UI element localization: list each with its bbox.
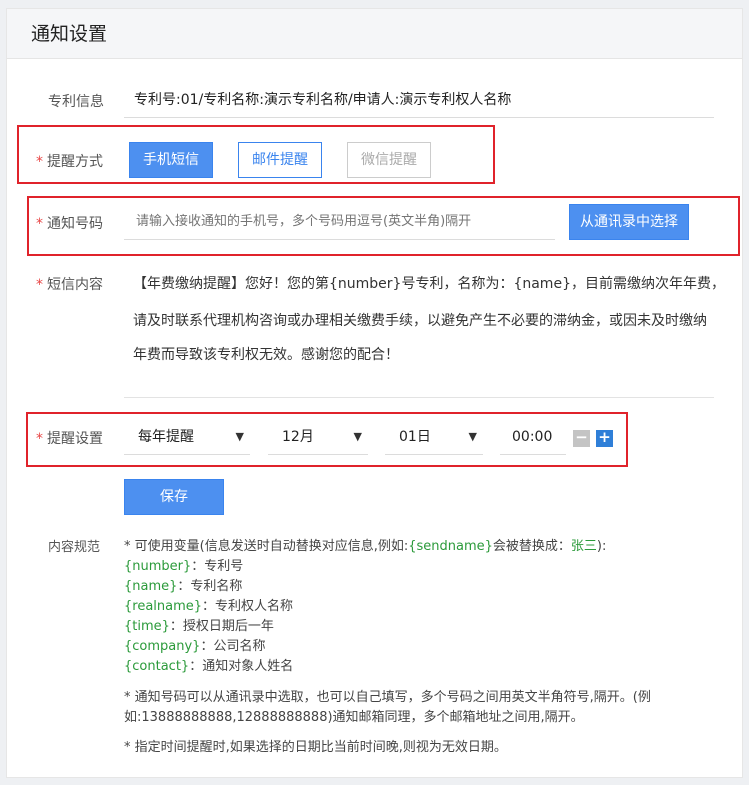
chevron-down-icon: ▼ <box>353 430 362 443</box>
spec-note-2: * 指定时间提醒时,如果选择的日期比当前时间晚,则视为无效日期。 <box>124 740 507 755</box>
spec-var-company: {company}：公司名称 <box>124 639 266 654</box>
sms-line-3: 年费而导致该专利权无效。感谢您的配合！ <box>133 347 399 363</box>
chevron-down-icon: ▼ <box>468 430 477 443</box>
sms-line-2: 请及时联系代理机构咨询或办理相关缴费手续，以避免产生不必要的滞纳金，或因未及时缴… <box>133 313 707 329</box>
save-button[interactable]: 保存 <box>124 479 224 515</box>
notify-number-input[interactable] <box>124 204 555 240</box>
spec-intro: * 可使用变量(信息发送时自动替换对应信息,例如:{sendname}会被替换成… <box>124 539 607 554</box>
spec-var-time: {time}：授权日期后一年 <box>124 619 274 634</box>
page-title: 通知设置 <box>7 9 742 59</box>
content-spec-label: 内容规范 <box>48 540 101 555</box>
method-label: * 提醒方式 <box>36 154 103 170</box>
time-input[interactable]: 00:00 <box>500 419 566 455</box>
chevron-down-icon: ▼ <box>235 430 244 443</box>
method-sms-button[interactable]: 手机短信 <box>129 142 213 178</box>
month-select[interactable]: 12月 ▼ <box>268 419 368 455</box>
pick-from-contacts-button[interactable]: 从通讯录中选择 <box>569 204 689 240</box>
time-increase-button[interactable]: + <box>596 430 613 447</box>
spec-note-1-line-1: * 通知号码可以从通讯录中选取，也可以自己填写，多个号码之间用英文半角符号,隔开… <box>124 690 651 705</box>
spec-var-realname: {realname}：专利权人名称 <box>124 599 294 614</box>
frequency-select[interactable]: 每年提醒 ▼ <box>124 419 250 455</box>
spec-note-1-line-2: 如:13888888888,12888888888)通知邮箱同理，多个邮箱地址之… <box>124 710 584 725</box>
patent-info-label: 专利信息 <box>48 94 104 110</box>
sms-line-1: 【年费缴纳提醒】您好！您的第{number}号专利，名称为：{name}，目前需… <box>133 276 725 292</box>
spec-var-number: {number}：专利号 <box>124 559 244 574</box>
day-select[interactable]: 01日 ▼ <box>385 419 483 455</box>
number-label: * 通知号码 <box>36 216 103 232</box>
spec-var-name: {name}：专利名称 <box>124 579 243 594</box>
time-decrease-button[interactable]: − <box>573 430 590 447</box>
sms-content-label: * 短信内容 <box>36 277 103 293</box>
method-email-button[interactable]: 邮件提醒 <box>238 142 322 178</box>
divider <box>124 397 714 398</box>
patent-info-value: 专利号:01/专利名称:演示专利名称/申请人:演示专利权人名称 <box>124 82 714 118</box>
schedule-label: * 提醒设置 <box>36 431 103 447</box>
method-wechat-button[interactable]: 微信提醒 <box>347 142 431 178</box>
spec-var-contact: {contact}：通知对象人姓名 <box>124 659 294 674</box>
notification-settings-panel: 通知设置 <box>6 8 743 778</box>
